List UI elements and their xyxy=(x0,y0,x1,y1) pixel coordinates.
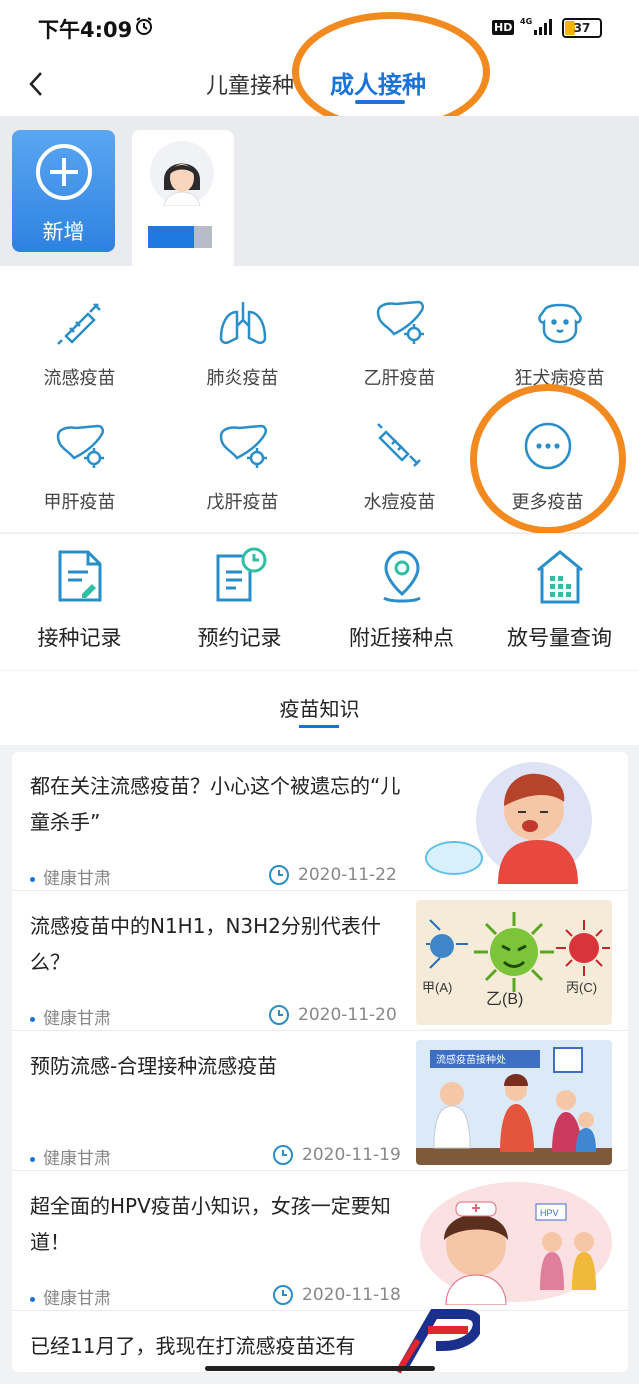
battery-level: 37 xyxy=(573,21,591,35)
vaccine-flu[interactable]: 流感疫苗 xyxy=(0,276,159,396)
dog-icon xyxy=(537,303,582,344)
liver-icon xyxy=(376,300,424,344)
active-tab-underline xyxy=(355,100,405,104)
vaccine-label: 乙肝疫苗 xyxy=(363,368,436,389)
hd-badge: HD xyxy=(492,20,515,35)
article-source: 健康甘肃 xyxy=(30,1004,111,1029)
avatar xyxy=(150,141,214,206)
record-label: 预约记录 xyxy=(197,626,282,650)
article-title: 超全面的HPV疫苗小知识，女孩一定要知道！ xyxy=(30,1194,391,1254)
quota-query-button[interactable]: 放号量查询 xyxy=(480,534,639,671)
appointment-icon xyxy=(216,547,266,602)
plus-circle-icon xyxy=(36,144,92,200)
article-date: 2020-11-19 xyxy=(302,1145,401,1165)
record-label: 接种记录 xyxy=(37,626,122,650)
vaccine-label: 更多疫苗 xyxy=(511,492,584,513)
article-title: 都在关注流感疫苗？小心这个被遗忘的“儿童杀手” xyxy=(30,774,401,834)
vaccine-label: 流感疫苗 xyxy=(43,368,116,389)
vaccine-label: 戊肝疫苗 xyxy=(206,492,279,513)
article-source: 健康甘肃 xyxy=(30,1284,111,1309)
member-card[interactable] xyxy=(132,130,234,270)
record-label: 附近接种点 xyxy=(349,626,454,650)
vaccine-hepatitis-b[interactable]: 乙肝疫苗 xyxy=(320,276,479,396)
article-item[interactable]: 超全面的HPV疫苗小知识，女孩一定要知道！ 健康甘肃 2020-11-18 HP… xyxy=(12,1172,628,1311)
lungs-icon xyxy=(219,302,266,345)
knowledge-underline xyxy=(299,725,339,728)
alarm-icon xyxy=(136,17,152,35)
knowledge-title[interactable]: 疫苗知识 xyxy=(0,693,639,722)
vaccine-hepatitis-a[interactable]: 甲肝疫苗 xyxy=(0,400,159,520)
syringe-icon xyxy=(56,303,101,345)
clock-icon xyxy=(269,1005,289,1025)
tab-child-vaccination[interactable]: 儿童接种 xyxy=(206,68,294,100)
article-source: 健康甘肃 xyxy=(30,1144,111,1169)
vaccine-label: 狂犬病疫苗 xyxy=(514,368,605,389)
clock-icon xyxy=(273,1285,293,1305)
virus-label-a: 甲(A) xyxy=(422,980,452,995)
virus-label-b: 乙(B) xyxy=(486,991,523,1008)
article-item[interactable]: 预防流感-合理接种流感疫苗 健康甘肃 2020-11-19 流感疫苗接种处 xyxy=(12,1032,628,1171)
knowledge-header: 疫苗知识 xyxy=(0,671,639,745)
top-nav: 儿童接种 成人接种 xyxy=(0,12,639,132)
article-source: 健康甘肃 xyxy=(30,864,111,889)
status-bar: 下午4:09 HD 4G 37 xyxy=(0,0,639,56)
vaccine-rabies[interactable]: 狂犬病疫苗 xyxy=(480,276,639,396)
document-icon xyxy=(58,550,101,602)
vaccine-varicella[interactable]: 水痘疫苗 xyxy=(320,400,479,520)
signal-icon: 4G xyxy=(520,17,552,35)
add-member-label: 新增 xyxy=(42,220,85,244)
battery-icon: 37 xyxy=(562,18,602,38)
sick-boy-illustration xyxy=(425,762,592,884)
article-date: 2020-11-20 xyxy=(298,1005,397,1025)
syringe-icon xyxy=(376,423,421,467)
article-list: 都在关注流感疫苗？小心这个被遗忘的“儿童杀手” 健康甘肃 2020-11-22 … xyxy=(12,752,628,1372)
tab-adult-vaccination[interactable]: 成人接种 xyxy=(330,65,426,100)
vaccine-hepatitis-e[interactable]: 戊肝疫苗 xyxy=(163,400,322,520)
more-icon xyxy=(524,422,571,470)
vaccine-label: 肺炎疫苗 xyxy=(206,368,279,389)
clinic-sign: 流感疫苗接种处 xyxy=(436,1053,506,1066)
building-icon xyxy=(536,550,583,604)
hpv-sign: HPV xyxy=(540,1208,559,1218)
records-row: 接种记录 预约记录 附近接种点 放号量查询 xyxy=(0,533,639,670)
clock-icon xyxy=(269,865,289,885)
vaccine-label: 水痘疫苗 xyxy=(363,492,436,513)
article-item[interactable]: 已经11月了，我现在打流感疫苗还有 xyxy=(12,1312,628,1372)
appointment-records-button[interactable]: 预约记录 xyxy=(160,534,319,671)
nearby-sites-button[interactable]: 附近接种点 xyxy=(322,534,481,671)
article-date: 2020-11-18 xyxy=(302,1285,401,1305)
article-date: 2020-11-22 xyxy=(298,865,397,885)
article-title: 流感疫苗中的N1H1，N3H2分别代表什么？ xyxy=(30,914,381,974)
vaccine-label: 甲肝疫苗 xyxy=(43,492,116,513)
article-item[interactable]: 都在关注流感疫苗？小心这个被遗忘的“儿童杀手” 健康甘肃 2020-11-22 xyxy=(12,752,628,891)
vaccine-more[interactable]: 更多疫苗 xyxy=(468,400,627,520)
vaccine-grid: 流感疫苗 肺炎疫苗 乙肝疫苗 狂犬病疫苗 甲肝疫苗 戊肝疫苗 水痘疫苗 更多疫苗 xyxy=(0,266,639,532)
clinic-illustration: 流感疫苗接种处 xyxy=(416,1040,612,1165)
article-item[interactable]: 流感疫苗中的N1H1，N3H2分别代表什么？ 健康甘肃 2020-11-20 甲… xyxy=(12,892,628,1031)
hpv-illustration: HPV xyxy=(420,1182,612,1305)
member-name-redacted xyxy=(148,226,212,248)
network-label: 4G xyxy=(520,17,532,26)
clock-icon xyxy=(273,1145,293,1165)
liver-icon xyxy=(219,424,267,468)
status-time: 下午4:09 xyxy=(38,18,133,42)
add-member-button[interactable]: 新增 xyxy=(12,130,115,252)
back-arrow-icon[interactable] xyxy=(26,70,46,98)
member-profiles: 新增 xyxy=(0,116,639,270)
virus-label-c: 丙(C) xyxy=(566,980,597,995)
home-indicator[interactable] xyxy=(205,1366,435,1371)
virus-types-illustration: 甲(A) 乙(B) 丙(C) xyxy=(416,900,612,1025)
article-title: 预防流感-合理接种流感疫苗 xyxy=(30,1054,278,1078)
location-pin-icon xyxy=(382,550,421,603)
vaccination-records-button[interactable]: 接种记录 xyxy=(0,534,159,671)
record-label: 放号量查询 xyxy=(507,626,612,650)
vaccine-pneumonia[interactable]: 肺炎疫苗 xyxy=(163,276,322,396)
liver-icon xyxy=(56,424,104,468)
